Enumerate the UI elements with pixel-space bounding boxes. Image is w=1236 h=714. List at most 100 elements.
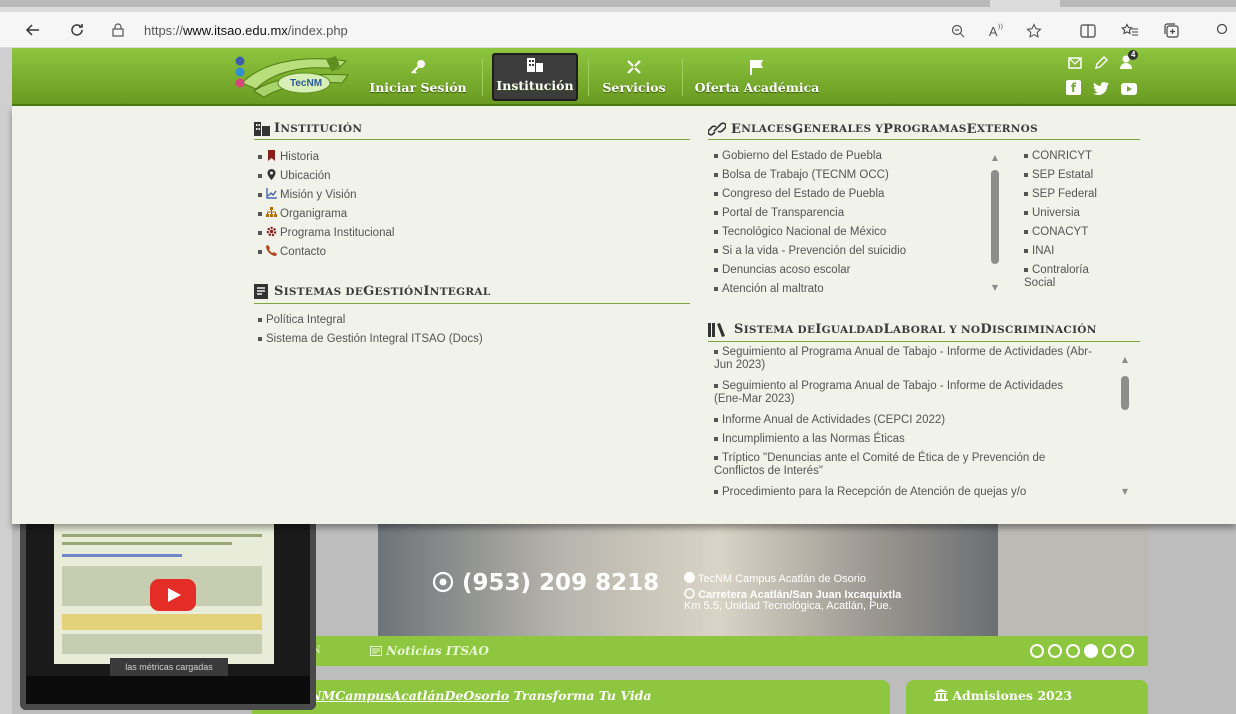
zoom-icon[interactable] — [948, 21, 968, 41]
link-atencion-maltrato[interactable]: Atención al maltrato — [714, 283, 824, 295]
menu-item-historia[interactable]: Historia — [258, 150, 319, 163]
refresh-icon[interactable] — [66, 19, 88, 41]
whatsapp-icon — [432, 571, 454, 593]
igualdad-item[interactable]: Incumplimiento a las Normas Éticas — [714, 433, 1094, 446]
video-player[interactable]: las métricas cargadas — [20, 524, 316, 710]
link-inai[interactable]: INAI — [1024, 245, 1054, 257]
favorites-icon[interactable] — [1120, 21, 1140, 41]
sgi-section-title: S ISTEMAS DE G ESTIÓN I NTEGRAL — [254, 284, 491, 299]
building-icon — [527, 58, 543, 72]
back-icon[interactable] — [22, 19, 44, 41]
link-conricyt[interactable]: CONRICYT — [1024, 150, 1092, 162]
igualdad-item[interactable]: Informe Anual de Actividades (CEPCI 2022… — [714, 414, 1094, 427]
menu-item-politica-integral[interactable]: Política Integral — [258, 314, 345, 326]
logo-text: TecNM — [290, 78, 323, 89]
link-congreso-puebla[interactable]: Congreso del Estado de Puebla — [714, 188, 884, 200]
building-icon — [254, 122, 270, 136]
location-icon — [684, 588, 695, 599]
user-notification-icon[interactable]: 4 — [1118, 50, 1139, 70]
menu-item-mision-vision[interactable]: Misión y Visión — [258, 188, 357, 201]
scroll-down-icon[interactable]: ▼ — [990, 284, 1000, 292]
link-acoso-escolar[interactable]: Denuncias acoso escolar — [714, 264, 851, 276]
enlaces-scrollbar[interactable]: ▲ ▼ — [988, 150, 1002, 300]
tecnm-logo[interactable]: TecNM — [234, 53, 354, 101]
menu-item-contacto[interactable]: Contacto — [258, 245, 326, 258]
igualdad-item[interactable]: Seguimiento al Programa Anual de Tabajo … — [714, 380, 1094, 406]
slider-dot[interactable] — [1066, 644, 1080, 658]
url-field[interactable]: https://www.itsao.edu.mx/index.php — [110, 17, 1010, 43]
youtube-icon[interactable] — [1120, 81, 1138, 97]
document-icon — [254, 284, 268, 299]
link-gobierno-puebla[interactable]: Gobierno del Estado de Puebla — [714, 150, 882, 162]
read-aloud-icon[interactable]: A)) — [986, 21, 1006, 41]
scrollbar-thumb[interactable] — [1121, 376, 1129, 410]
link-universia[interactable]: Universia — [1024, 207, 1080, 219]
link-prevencion-suicidio[interactable]: Si a la vida - Prevención del suicidio — [714, 245, 906, 257]
collections-icon[interactable] — [1162, 21, 1182, 41]
link-conacyt[interactable]: CONACYT — [1024, 226, 1088, 238]
tab-bar-right — [1060, 0, 1236, 7]
facebook-icon[interactable]: f — [1066, 80, 1081, 95]
igualdad-item[interactable]: Procedimiento para la Recepción de Atenc… — [714, 486, 1094, 499]
link-contraloria-social[interactable]: Contraloría Social — [1024, 264, 1100, 290]
extensions-icon[interactable] — [1212, 21, 1232, 41]
thumbnail-line — [62, 542, 232, 545]
address-bar: https://www.itsao.edu.mx/index.php A)) — [0, 12, 1236, 48]
nav-oferta-academica[interactable]: Oferta Académica — [692, 53, 822, 101]
institucion-section-title: I NSTITUCIÓN — [254, 121, 362, 136]
scroll-down-icon[interactable]: ▼ — [1120, 488, 1130, 496]
browser-tab-strip — [0, 0, 1236, 12]
news-link[interactable]: Noticias ITSAO — [370, 644, 489, 658]
hero-banner[interactable]: (953) 209 8218 TecNM Campus Acatlán de O… — [378, 524, 998, 636]
enlaces-section-title: E NLACES G ENERALES Y P ROGRAMAS E XTERNOS — [708, 121, 1038, 137]
nav-label: Iniciar Sesión — [369, 80, 467, 95]
mail-icon[interactable] — [1066, 55, 1084, 71]
slider-dot[interactable] — [1120, 644, 1134, 658]
igualdad-scrollbar[interactable]: ▲ ▼ — [1118, 350, 1132, 510]
link-sep-federal[interactable]: SEP Federal — [1024, 188, 1097, 200]
slider-dot-active[interactable] — [1084, 644, 1098, 658]
favorite-star-icon[interactable] — [1024, 21, 1044, 41]
nav-divider — [482, 58, 483, 96]
slider-dot[interactable] — [1048, 644, 1062, 658]
slider-dot[interactable] — [1030, 644, 1044, 658]
nav-divider — [588, 58, 589, 96]
thumbnail-table — [62, 634, 262, 654]
pencil-icon[interactable] — [1092, 55, 1110, 71]
menu-item-ubicacion[interactable]: Ubicación — [258, 169, 331, 182]
institution-icon — [934, 689, 948, 701]
nav-divider — [682, 58, 683, 96]
video-controls[interactable] — [26, 676, 310, 704]
section-divider — [254, 303, 690, 304]
youtube-play-icon[interactable] — [150, 579, 196, 611]
slider-dot[interactable] — [1102, 644, 1116, 658]
bookmark-icon — [268, 150, 275, 161]
tools-icon — [627, 60, 641, 74]
link-sep-estatal[interactable]: SEP Estatal — [1024, 169, 1093, 181]
menu-item-programa-institucional[interactable]: Programa Institucional — [258, 226, 394, 239]
flag-icon — [750, 60, 763, 75]
scrollbar-thumb[interactable] — [991, 170, 999, 264]
menu-item-sgi-docs[interactable]: Sistema de Gestión Integral ITSAO (Docs) — [258, 333, 483, 345]
link-tecnm[interactable]: Tecnológico Nacional de México — [714, 226, 886, 238]
scroll-up-icon[interactable]: ▲ — [1120, 356, 1130, 364]
tab-bar — [0, 0, 990, 7]
nav-iniciar-sesion[interactable]: Iniciar Sesión — [368, 53, 468, 101]
admissions-panel-header: Admisiones 2023 — [906, 680, 1148, 714]
page-info-icon[interactable] — [110, 22, 126, 38]
nav-servicios[interactable]: Servicios — [596, 53, 672, 101]
phone-icon — [266, 245, 277, 256]
link-portal-transparencia[interactable]: Portal de Transparencia — [714, 207, 844, 219]
sitemap-icon — [266, 207, 277, 217]
institucion-mega-menu: I NSTITUCIÓN Historia Ubicación Misión y … — [12, 106, 1236, 524]
library-icon — [708, 323, 725, 337]
scroll-up-icon[interactable]: ▲ — [990, 154, 1000, 162]
split-screen-icon[interactable] — [1078, 21, 1098, 41]
twitter-icon[interactable] — [1092, 80, 1110, 96]
igualdad-item[interactable]: Tríptico "Denuncias ante el Comité de Ét… — [714, 452, 1094, 478]
menu-item-organigrama[interactable]: Organigrama — [258, 207, 347, 220]
link-icon — [708, 122, 726, 136]
link-bolsa-trabajo[interactable]: Bolsa de Trabajo (TECNM OCC) — [714, 169, 889, 181]
igualdad-item[interactable]: Seguimiento al Programa Anual de Tabajo … — [714, 346, 1094, 372]
nav-institucion[interactable]: Institución — [492, 53, 578, 101]
